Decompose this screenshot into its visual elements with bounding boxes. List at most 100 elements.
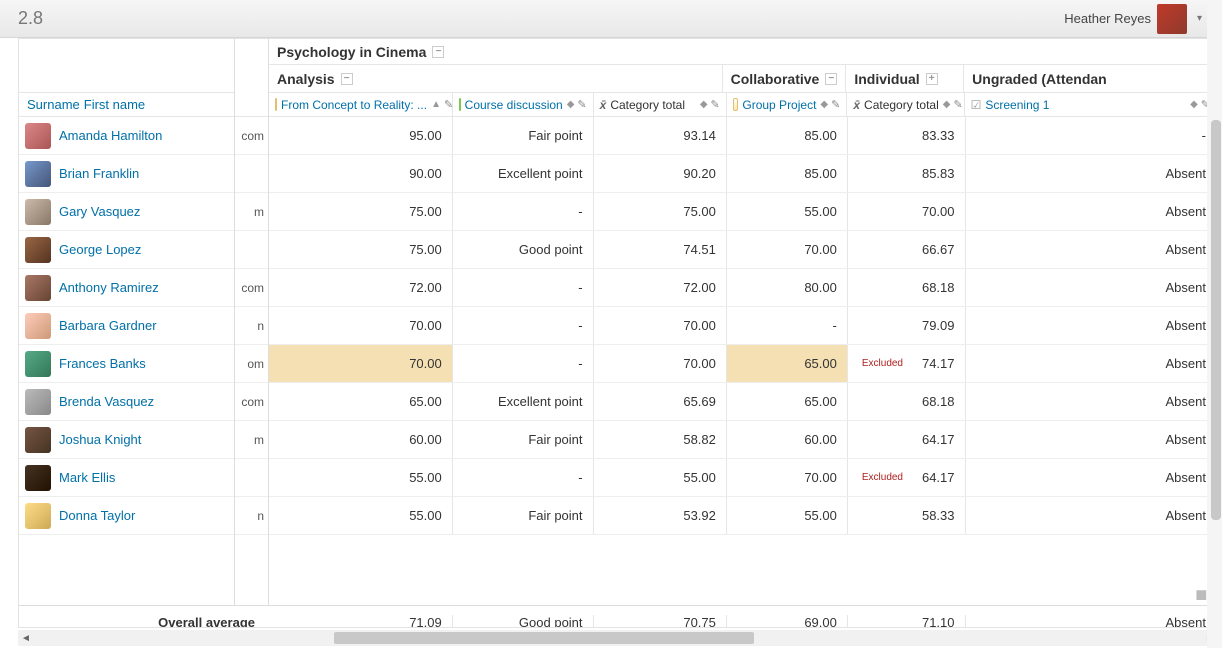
cell-screening[interactable]: Absent bbox=[966, 383, 1217, 420]
collapse-icon[interactable]: − bbox=[825, 73, 837, 85]
cell-group[interactable]: - bbox=[727, 307, 848, 344]
col-group-project-link[interactable]: Group Project bbox=[742, 98, 816, 112]
cell-group[interactable]: 85.00 bbox=[727, 117, 848, 154]
cell-discussion[interactable]: Fair point bbox=[453, 497, 594, 534]
col-discussion-link[interactable]: Course discussion bbox=[465, 98, 563, 112]
cell-discussion[interactable]: - bbox=[453, 269, 594, 306]
cell-cat-c[interactable]: 58.33 bbox=[848, 497, 966, 534]
cell-screening[interactable]: Absent bbox=[966, 307, 1217, 344]
expand-icon[interactable]: + bbox=[926, 73, 938, 85]
horizontal-scrollbar[interactable]: ◄ ► bbox=[18, 630, 1218, 646]
student-name-link[interactable]: Amanda Hamilton bbox=[59, 128, 162, 143]
cell-discussion[interactable]: - bbox=[453, 459, 594, 496]
cell-concept[interactable]: 65.00 bbox=[269, 383, 453, 420]
cell-screening[interactable]: Absent bbox=[966, 421, 1217, 458]
cell-discussion[interactable]: Fair point bbox=[453, 421, 594, 458]
student-name-link[interactable]: Frances Banks bbox=[59, 356, 146, 371]
cell-cat-c[interactable]: 66.67 bbox=[848, 231, 966, 268]
cell-concept[interactable]: 75.00 bbox=[269, 231, 453, 268]
cell-group[interactable]: 65.00 bbox=[727, 383, 848, 420]
student-name-link[interactable]: Joshua Knight bbox=[59, 432, 141, 447]
cell-group[interactable]: 80.00 bbox=[727, 269, 848, 306]
student-name-link[interactable]: George Lopez bbox=[59, 242, 141, 257]
cell-discussion[interactable]: - bbox=[453, 193, 594, 230]
cell-group[interactable]: 85.00 bbox=[727, 155, 848, 192]
edit-icon[interactable]: ✎ bbox=[953, 98, 962, 111]
cell-discussion[interactable]: Good point bbox=[453, 231, 594, 268]
cell-screening[interactable]: Absent bbox=[966, 155, 1217, 192]
cell-cat-a[interactable]: 55.00 bbox=[594, 459, 727, 496]
cell-cat-c[interactable]: 70.00 bbox=[848, 193, 966, 230]
chevron-down-icon[interactable]: ▾ bbox=[1193, 9, 1206, 28]
scrollbar-thumb[interactable] bbox=[1211, 120, 1221, 520]
cell-cat-a[interactable]: 75.00 bbox=[594, 193, 727, 230]
cell-cat-c[interactable]: 68.18 bbox=[848, 383, 966, 420]
cell-screening[interactable]: Absent bbox=[966, 345, 1217, 382]
cell-discussion[interactable]: - bbox=[453, 345, 594, 382]
cell-group[interactable]: 55.00 bbox=[727, 193, 848, 230]
cell-screening[interactable]: Absent bbox=[966, 231, 1217, 268]
cell-concept[interactable]: 70.00 bbox=[269, 345, 453, 382]
cell-cat-a[interactable]: 70.00 bbox=[594, 345, 727, 382]
student-name-link[interactable]: Anthony Ramirez bbox=[59, 280, 159, 295]
cell-screening[interactable]: Absent bbox=[966, 497, 1217, 534]
cell-cat-c[interactable]: 85.83 bbox=[848, 155, 966, 192]
cell-group[interactable]: 65.00 bbox=[727, 345, 848, 382]
cell-group[interactable]: 70.00 bbox=[727, 459, 848, 496]
cell-group[interactable]: 55.00 bbox=[727, 497, 848, 534]
student-name-link[interactable]: Barbara Gardner bbox=[59, 318, 157, 333]
sort-icon[interactable]: ◆ bbox=[943, 99, 951, 110]
vertical-scrollbar[interactable] bbox=[1207, 0, 1222, 648]
cell-screening[interactable]: - bbox=[966, 117, 1217, 154]
cell-cat-a[interactable]: 53.92 bbox=[594, 497, 727, 534]
cell-concept[interactable]: 72.00 bbox=[269, 269, 453, 306]
student-name-link[interactable]: Gary Vasquez bbox=[59, 204, 140, 219]
sort-icon[interactable]: ◆ bbox=[1190, 99, 1198, 110]
user-menu[interactable]: Heather Reyes ▾ bbox=[1064, 4, 1206, 34]
cell-cat-a[interactable]: 70.00 bbox=[594, 307, 727, 344]
cell-cat-c[interactable]: Excluded74.17 bbox=[848, 345, 966, 382]
student-name-link[interactable]: Donna Taylor bbox=[59, 508, 135, 523]
cell-screening[interactable]: Absent bbox=[966, 459, 1217, 496]
sort-icon[interactable]: ◆ bbox=[567, 99, 575, 110]
cell-cat-a[interactable]: 58.82 bbox=[594, 421, 727, 458]
cell-cat-c[interactable]: 64.17 bbox=[848, 421, 966, 458]
collapse-icon[interactable]: − bbox=[341, 73, 353, 85]
cell-cat-a[interactable]: 74.51 bbox=[594, 231, 727, 268]
sort-icon[interactable]: ◆ bbox=[700, 99, 708, 110]
edit-icon[interactable]: ✎ bbox=[831, 98, 840, 111]
cell-concept[interactable]: 60.00 bbox=[269, 421, 453, 458]
col-concept-link[interactable]: From Concept to Reality: ... bbox=[281, 98, 427, 112]
cell-group[interactable]: 70.00 bbox=[727, 231, 848, 268]
scrollbar-track[interactable] bbox=[34, 630, 1202, 646]
cell-concept[interactable]: 90.00 bbox=[269, 155, 453, 192]
sort-firstname-link[interactable]: First name bbox=[84, 97, 145, 112]
cell-cat-c[interactable]: 79.09 bbox=[848, 307, 966, 344]
edit-icon[interactable]: ✎ bbox=[577, 98, 586, 111]
cell-discussion[interactable]: Excellent point bbox=[453, 155, 594, 192]
cell-cat-a[interactable]: 93.14 bbox=[594, 117, 727, 154]
sort-icon[interactable]: ◆ bbox=[820, 99, 828, 110]
cell-discussion[interactable]: Excellent point bbox=[453, 383, 594, 420]
cell-cat-a[interactable]: 72.00 bbox=[594, 269, 727, 306]
collapse-icon[interactable]: − bbox=[432, 46, 444, 58]
cell-screening[interactable]: Absent bbox=[966, 269, 1217, 306]
cell-group[interactable]: 60.00 bbox=[727, 421, 848, 458]
scroll-left-icon[interactable]: ◄ bbox=[18, 630, 34, 646]
cell-cat-c[interactable]: 83.33 bbox=[848, 117, 966, 154]
sort-surname-link[interactable]: Surname bbox=[27, 97, 80, 112]
cell-cat-a[interactable]: 65.69 bbox=[594, 383, 727, 420]
cell-concept[interactable]: 55.00 bbox=[269, 497, 453, 534]
cell-discussion[interactable]: - bbox=[453, 307, 594, 344]
cell-cat-a[interactable]: 90.20 bbox=[594, 155, 727, 192]
cell-concept[interactable]: 95.00 bbox=[269, 117, 453, 154]
cell-discussion[interactable]: Fair point bbox=[453, 117, 594, 154]
scrollbar-thumb[interactable] bbox=[334, 632, 754, 644]
student-name-link[interactable]: Brian Franklin bbox=[59, 166, 139, 181]
edit-icon[interactable]: ✎ bbox=[711, 98, 720, 111]
cell-concept[interactable]: 75.00 bbox=[269, 193, 453, 230]
cell-concept[interactable]: 55.00 bbox=[269, 459, 453, 496]
cell-screening[interactable]: Absent bbox=[966, 193, 1217, 230]
student-name-link[interactable]: Brenda Vasquez bbox=[59, 394, 154, 409]
edit-icon[interactable]: ✎ bbox=[444, 98, 453, 111]
